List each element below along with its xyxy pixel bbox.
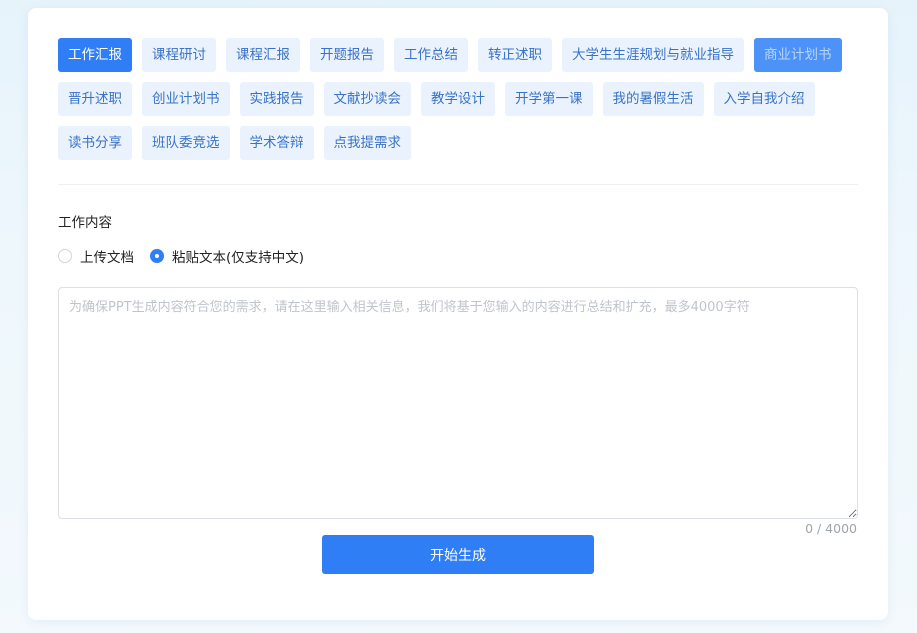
tag-proposal-report[interactable]: 开题报告	[310, 38, 384, 72]
tag-academic-defense[interactable]: 学术答辩	[239, 126, 314, 160]
tag-request-feature[interactable]: 点我提需求	[323, 126, 411, 160]
start-generate-button[interactable]: 开始生成	[322, 535, 594, 574]
tag-first-lesson[interactable]: 开学第一课	[505, 82, 593, 116]
tag-class-election[interactable]: 班队委竞选	[142, 126, 230, 160]
tag-course-seminar[interactable]: 课程研讨	[142, 38, 216, 72]
radio-upload-circle[interactable]	[58, 249, 72, 263]
tag-teaching-design[interactable]: 教学设计	[421, 82, 495, 116]
tag-self-intro[interactable]: 入学自我介绍	[713, 82, 815, 116]
content-section-label: 工作内容	[58, 215, 112, 231]
tag-promotion-review[interactable]: 晋升述职	[58, 82, 132, 116]
tag-probation-review[interactable]: 转正述职	[478, 38, 552, 72]
section-divider	[58, 184, 858, 185]
template-tag-list: 工作汇报 课程研讨 课程汇报 开题报告 工作总结 转正述职 大学生生涯规划与就业…	[58, 38, 858, 160]
character-counter: 0 / 4000	[805, 521, 857, 536]
content-textarea-wrapper	[58, 287, 858, 519]
tag-summer-life[interactable]: 我的暑假生活	[602, 82, 704, 116]
content-textarea[interactable]	[58, 287, 858, 519]
tag-startup-plan[interactable]: 创业计划书	[142, 82, 230, 116]
main-card: 工作汇报 课程研讨 课程汇报 开题报告 工作总结 转正述职 大学生生涯规划与就业…	[28, 8, 888, 620]
radio-paste-label: 粘贴文本(仅支持中文)	[172, 250, 305, 266]
radio-paste-text[interactable]: 粘贴文本(仅支持中文)	[150, 246, 304, 266]
radio-paste-circle[interactable]	[150, 249, 164, 263]
tag-course-report[interactable]: 课程汇报	[226, 38, 300, 72]
tag-work-report[interactable]: 工作汇报	[58, 38, 132, 72]
tag-book-sharing[interactable]: 读书分享	[58, 126, 132, 160]
tag-literature-reading[interactable]: 文献抄读会	[323, 82, 411, 116]
tag-practice-report[interactable]: 实践报告	[239, 82, 314, 116]
tag-work-summary[interactable]: 工作总结	[394, 38, 468, 72]
tag-career-planning[interactable]: 大学生生涯规划与就业指导	[562, 38, 744, 72]
radio-upload-document[interactable]: 上传文档	[58, 246, 134, 266]
tag-business-plan[interactable]: 商业计划书	[754, 38, 842, 72]
radio-upload-label: 上传文档	[80, 250, 134, 266]
input-mode-radio-group: 上传文档 粘贴文本(仅支持中文)	[58, 246, 320, 266]
